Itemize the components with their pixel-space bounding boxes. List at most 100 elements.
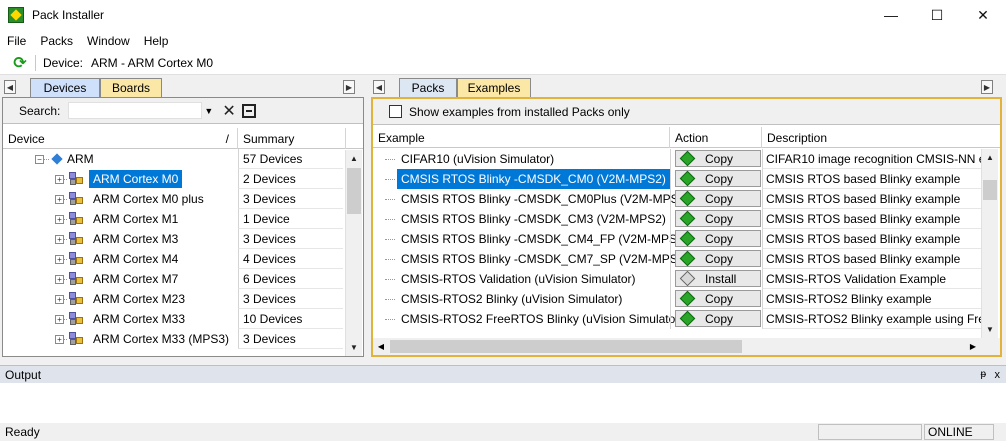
pin-icon[interactable]: ᵽ bbox=[980, 369, 986, 380]
scroll-thumb[interactable] bbox=[983, 180, 997, 200]
tree-row-device[interactable]: + ARM Cortex M33 10 Devices bbox=[3, 309, 343, 329]
scroll-thumb[interactable] bbox=[390, 340, 742, 353]
tree-row-device[interactable]: + ARM Cortex M33 (MPS3) 3 Devices bbox=[3, 329, 343, 349]
installed-only-checkbox[interactable] bbox=[389, 105, 402, 118]
scroll-left-icon[interactable]: ◀ bbox=[373, 338, 389, 355]
action-label: Install bbox=[705, 271, 737, 286]
tab-examples[interactable]: Examples bbox=[457, 78, 531, 97]
col-example[interactable]: Example bbox=[373, 127, 670, 148]
tree-row-arm[interactable]: − ARM 57 Devices bbox=[3, 149, 343, 169]
col-summary[interactable]: Summary bbox=[238, 128, 346, 149]
example-description: CMSIS-RTOS2 Blinky example using FreeR bbox=[762, 309, 983, 329]
device-summary: 1 Device bbox=[238, 209, 343, 229]
output-area[interactable] bbox=[0, 383, 1006, 423]
expand-icon[interactable]: + bbox=[55, 194, 64, 204]
example-row[interactable]: CMSIS RTOS Blinky -CMSDK_CM0 (V2M-MPS2) C… bbox=[373, 169, 983, 189]
scroll-right-icon[interactable]: ▶ bbox=[965, 338, 981, 355]
example-name: CMSIS-RTOS2 Blinky (uVision Simulator) bbox=[401, 292, 623, 306]
pack-installer-icon bbox=[8, 7, 24, 23]
example-row[interactable]: CMSIS-RTOS2 Blinky (uVision Simulator) Co… bbox=[373, 289, 983, 309]
copy-button[interactable]: Copy bbox=[675, 290, 761, 307]
example-row[interactable]: CMSIS RTOS Blinky -CMSDK_CM7_SP (V2M-MPS… bbox=[373, 249, 983, 269]
expand-icon[interactable]: + bbox=[55, 314, 64, 324]
copy-button[interactable]: Copy bbox=[675, 170, 761, 187]
example-row[interactable]: CMSIS RTOS Blinky -CMSDK_CM3 (V2M-MPS2) C… bbox=[373, 209, 983, 229]
close-button[interactable]: ✕ bbox=[960, 0, 1006, 30]
maximize-button[interactable]: ☐ bbox=[914, 0, 960, 30]
device-summary: 3 Devices bbox=[238, 189, 343, 209]
tree-line bbox=[64, 218, 67, 220]
tab-scroll-left-icon[interactable]: ◀ bbox=[4, 80, 16, 94]
example-row[interactable]: CMSIS RTOS Blinky -CMSDK_CM4_FP (V2M-MPS… bbox=[373, 229, 983, 249]
refresh-icon[interactable]: ⟳ bbox=[11, 54, 29, 72]
copy-icon bbox=[679, 250, 696, 267]
tree-line bbox=[64, 298, 67, 300]
copy-button[interactable]: Copy bbox=[675, 310, 761, 327]
tree-row-device[interactable]: + ARM Cortex M3 3 Devices bbox=[3, 229, 343, 249]
col-description[interactable]: Description bbox=[762, 127, 1000, 148]
action-cell: Install bbox=[670, 269, 762, 289]
example-row[interactable]: CMSIS RTOS Blinky -CMSDK_CM0Plus (V2M-MP… bbox=[373, 189, 983, 209]
examples-panel: Show examples from installed Packs only … bbox=[371, 97, 1002, 357]
search-dropdown-icon[interactable]: ▼ bbox=[204, 106, 216, 116]
clear-search-icon[interactable]: ✕ bbox=[222, 101, 235, 121]
example-row[interactable]: CIFAR10 (uVision Simulator) Copy CIFAR10 i… bbox=[373, 149, 983, 169]
tab-devices[interactable]: Devices bbox=[30, 78, 100, 97]
menu-help[interactable]: Help bbox=[137, 34, 176, 48]
tree-row-device[interactable]: + ARM Cortex M1 1 Device bbox=[3, 209, 343, 229]
tab-packs[interactable]: Packs bbox=[399, 78, 457, 97]
scroll-down-icon[interactable]: ▼ bbox=[982, 321, 998, 338]
copy-button[interactable]: Copy bbox=[675, 210, 761, 227]
device-table-header: Device / Summary bbox=[3, 128, 363, 149]
collapse-all-icon[interactable] bbox=[241, 103, 256, 118]
copy-button[interactable]: Copy bbox=[675, 250, 761, 267]
copy-button[interactable]: Copy bbox=[675, 190, 761, 207]
tree-row-device[interactable]: + ARM Cortex M7 6 Devices bbox=[3, 269, 343, 289]
scroll-thumb[interactable] bbox=[347, 168, 361, 214]
tab-scroll-right-icon[interactable]: ▶ bbox=[343, 80, 355, 94]
close-output-icon[interactable]: x bbox=[995, 369, 1001, 381]
minimize-button[interactable]: — bbox=[868, 0, 914, 30]
tab-scroll-left-icon[interactable]: ◀ bbox=[373, 80, 385, 94]
example-row[interactable]: CMSIS-RTOS2 FreeRTOS Blinky (uVision Sim… bbox=[373, 309, 983, 329]
devices-vertical-scrollbar[interactable]: ▲ ▼ bbox=[345, 150, 362, 356]
example-name: CMSIS-RTOS Validation (uVision Simulator… bbox=[401, 272, 636, 286]
expand-icon[interactable]: + bbox=[55, 254, 64, 264]
examples-horizontal-scrollbar[interactable]: ◀ ▶ bbox=[373, 338, 1000, 355]
examples-vertical-scrollbar[interactable]: ▲ ▼ bbox=[981, 149, 998, 338]
menu-packs[interactable]: Packs bbox=[33, 34, 80, 48]
expand-icon[interactable]: + bbox=[55, 334, 64, 344]
copy-button[interactable]: Copy bbox=[675, 150, 761, 167]
toolbar: ⟳ Device: ARM - ARM Cortex M0 bbox=[0, 51, 1006, 75]
device-family-icon bbox=[69, 252, 85, 266]
scroll-down-icon[interactable]: ▼ bbox=[346, 339, 362, 356]
tab-boards[interactable]: Boards bbox=[100, 78, 162, 97]
expand-icon[interactable]: + bbox=[55, 174, 64, 184]
copy-button[interactable]: Copy bbox=[675, 230, 761, 247]
search-input[interactable] bbox=[68, 102, 203, 119]
menu-file[interactable]: File bbox=[0, 34, 33, 48]
expand-icon[interactable]: + bbox=[55, 274, 64, 284]
action-label: Copy bbox=[705, 291, 734, 306]
tree-row-device[interactable]: + ARM Cortex M0 2 Devices bbox=[3, 169, 343, 189]
tree-row-device[interactable]: + ARM Cortex M23 3 Devices bbox=[3, 289, 343, 309]
device-name: ARM Cortex M7 bbox=[93, 272, 179, 286]
example-row[interactable]: CMSIS-RTOS Validation (uVision Simulator… bbox=[373, 269, 983, 289]
collapse-icon[interactable]: − bbox=[35, 154, 44, 164]
expand-icon[interactable]: + bbox=[55, 214, 64, 224]
expand-icon[interactable]: + bbox=[55, 294, 64, 304]
install-button[interactable]: Install bbox=[675, 270, 761, 287]
menu-window[interactable]: Window bbox=[80, 34, 137, 48]
tree-row-device[interactable]: + ARM Cortex M0 plus 3 Devices bbox=[3, 189, 343, 209]
tree-row-device[interactable]: + ARM Cortex M4 4 Devices bbox=[3, 249, 343, 269]
scroll-up-icon[interactable]: ▲ bbox=[982, 149, 998, 166]
scroll-up-icon[interactable]: ▲ bbox=[346, 150, 362, 167]
tab-scroll-right-icon[interactable]: ▶ bbox=[981, 80, 993, 94]
col-device[interactable]: Device / bbox=[3, 128, 238, 149]
device-summary: 6 Devices bbox=[238, 269, 343, 289]
action-cell: Copy bbox=[670, 209, 762, 229]
col-action[interactable]: Action bbox=[670, 127, 762, 148]
expand-icon[interactable]: + bbox=[55, 234, 64, 244]
device-family-icon bbox=[69, 232, 85, 246]
device-summary: 10 Devices bbox=[238, 309, 343, 329]
